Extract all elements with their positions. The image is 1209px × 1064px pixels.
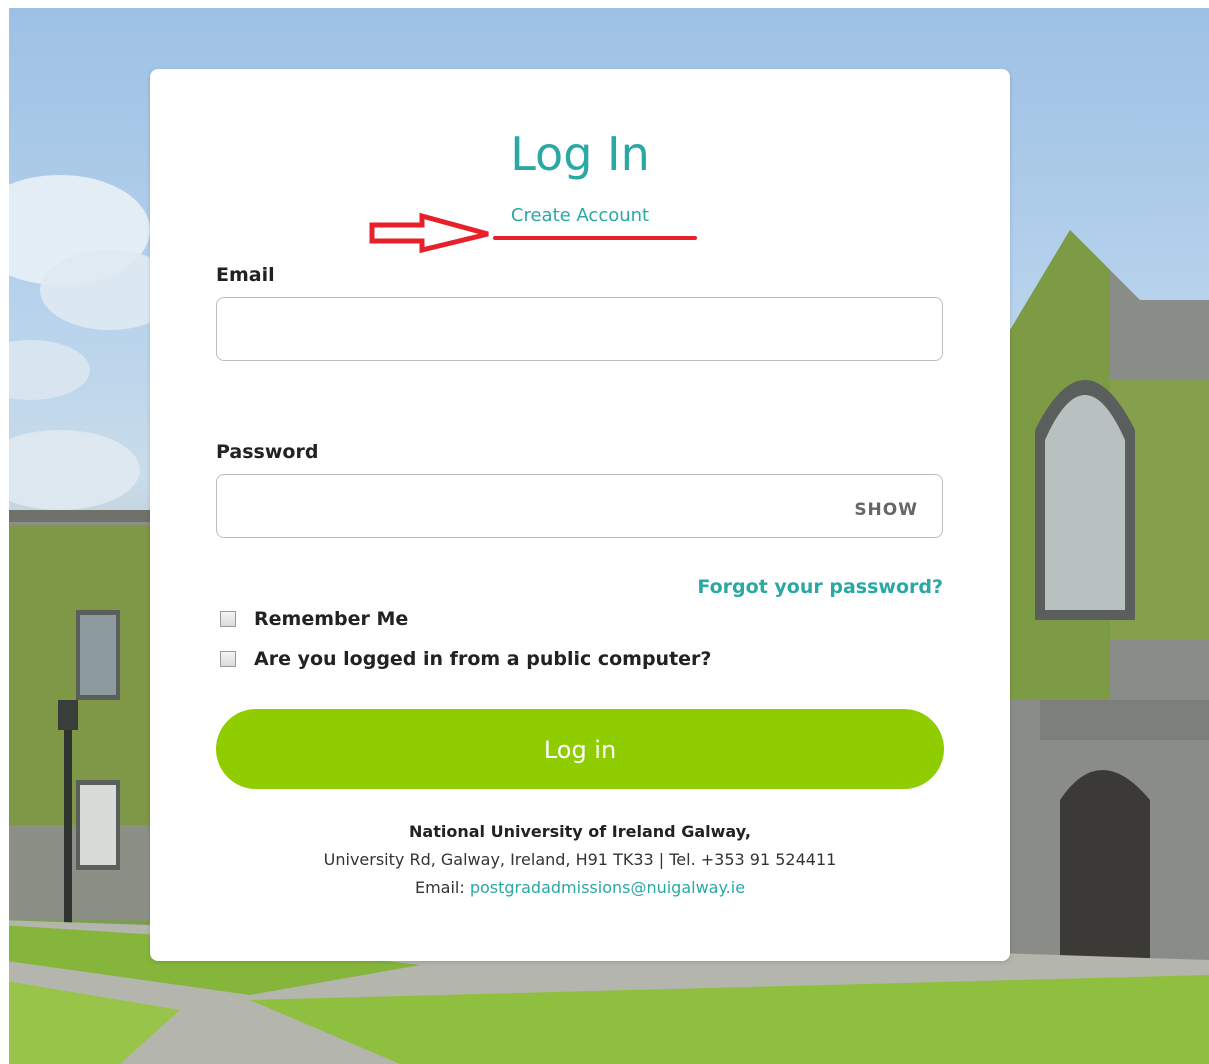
footer-email-prefix: Email: — [414, 878, 470, 897]
annotation-arrow-icon — [369, 212, 697, 254]
password-label: Password — [216, 441, 319, 463]
footer-email-link[interactable]: postgradadmissions@nuigalway.ie — [470, 878, 745, 897]
forgot-password-link[interactable]: Forgot your password? — [620, 574, 943, 600]
remember-me-row: Remember Me — [220, 606, 408, 632]
page-title: Log In — [510, 127, 650, 181]
email-label: Email — [216, 264, 275, 286]
show-password-button[interactable]: SHOW — [840, 494, 940, 526]
footer-address: University Rd, Galway, Ireland, H91 TK33… — [323, 850, 837, 869]
public-computer-row: Are you logged in from a public computer… — [220, 646, 711, 672]
login-button[interactable]: Log in — [216, 709, 944, 789]
top-edge — [0, 0, 1209, 8]
email-field[interactable] — [216, 297, 943, 361]
public-computer-label: Are you logged in from a public computer… — [254, 648, 712, 670]
public-computer-checkbox[interactable] — [220, 651, 236, 667]
footer-org-name: National University of Ireland Galway, — [409, 822, 751, 841]
password-field[interactable] — [216, 474, 943, 538]
footer-email-row: Email: postgradadmissions@nuigalway.ie — [150, 876, 1010, 900]
remember-me-label: Remember Me — [254, 608, 409, 630]
remember-me-checkbox[interactable] — [220, 611, 236, 627]
